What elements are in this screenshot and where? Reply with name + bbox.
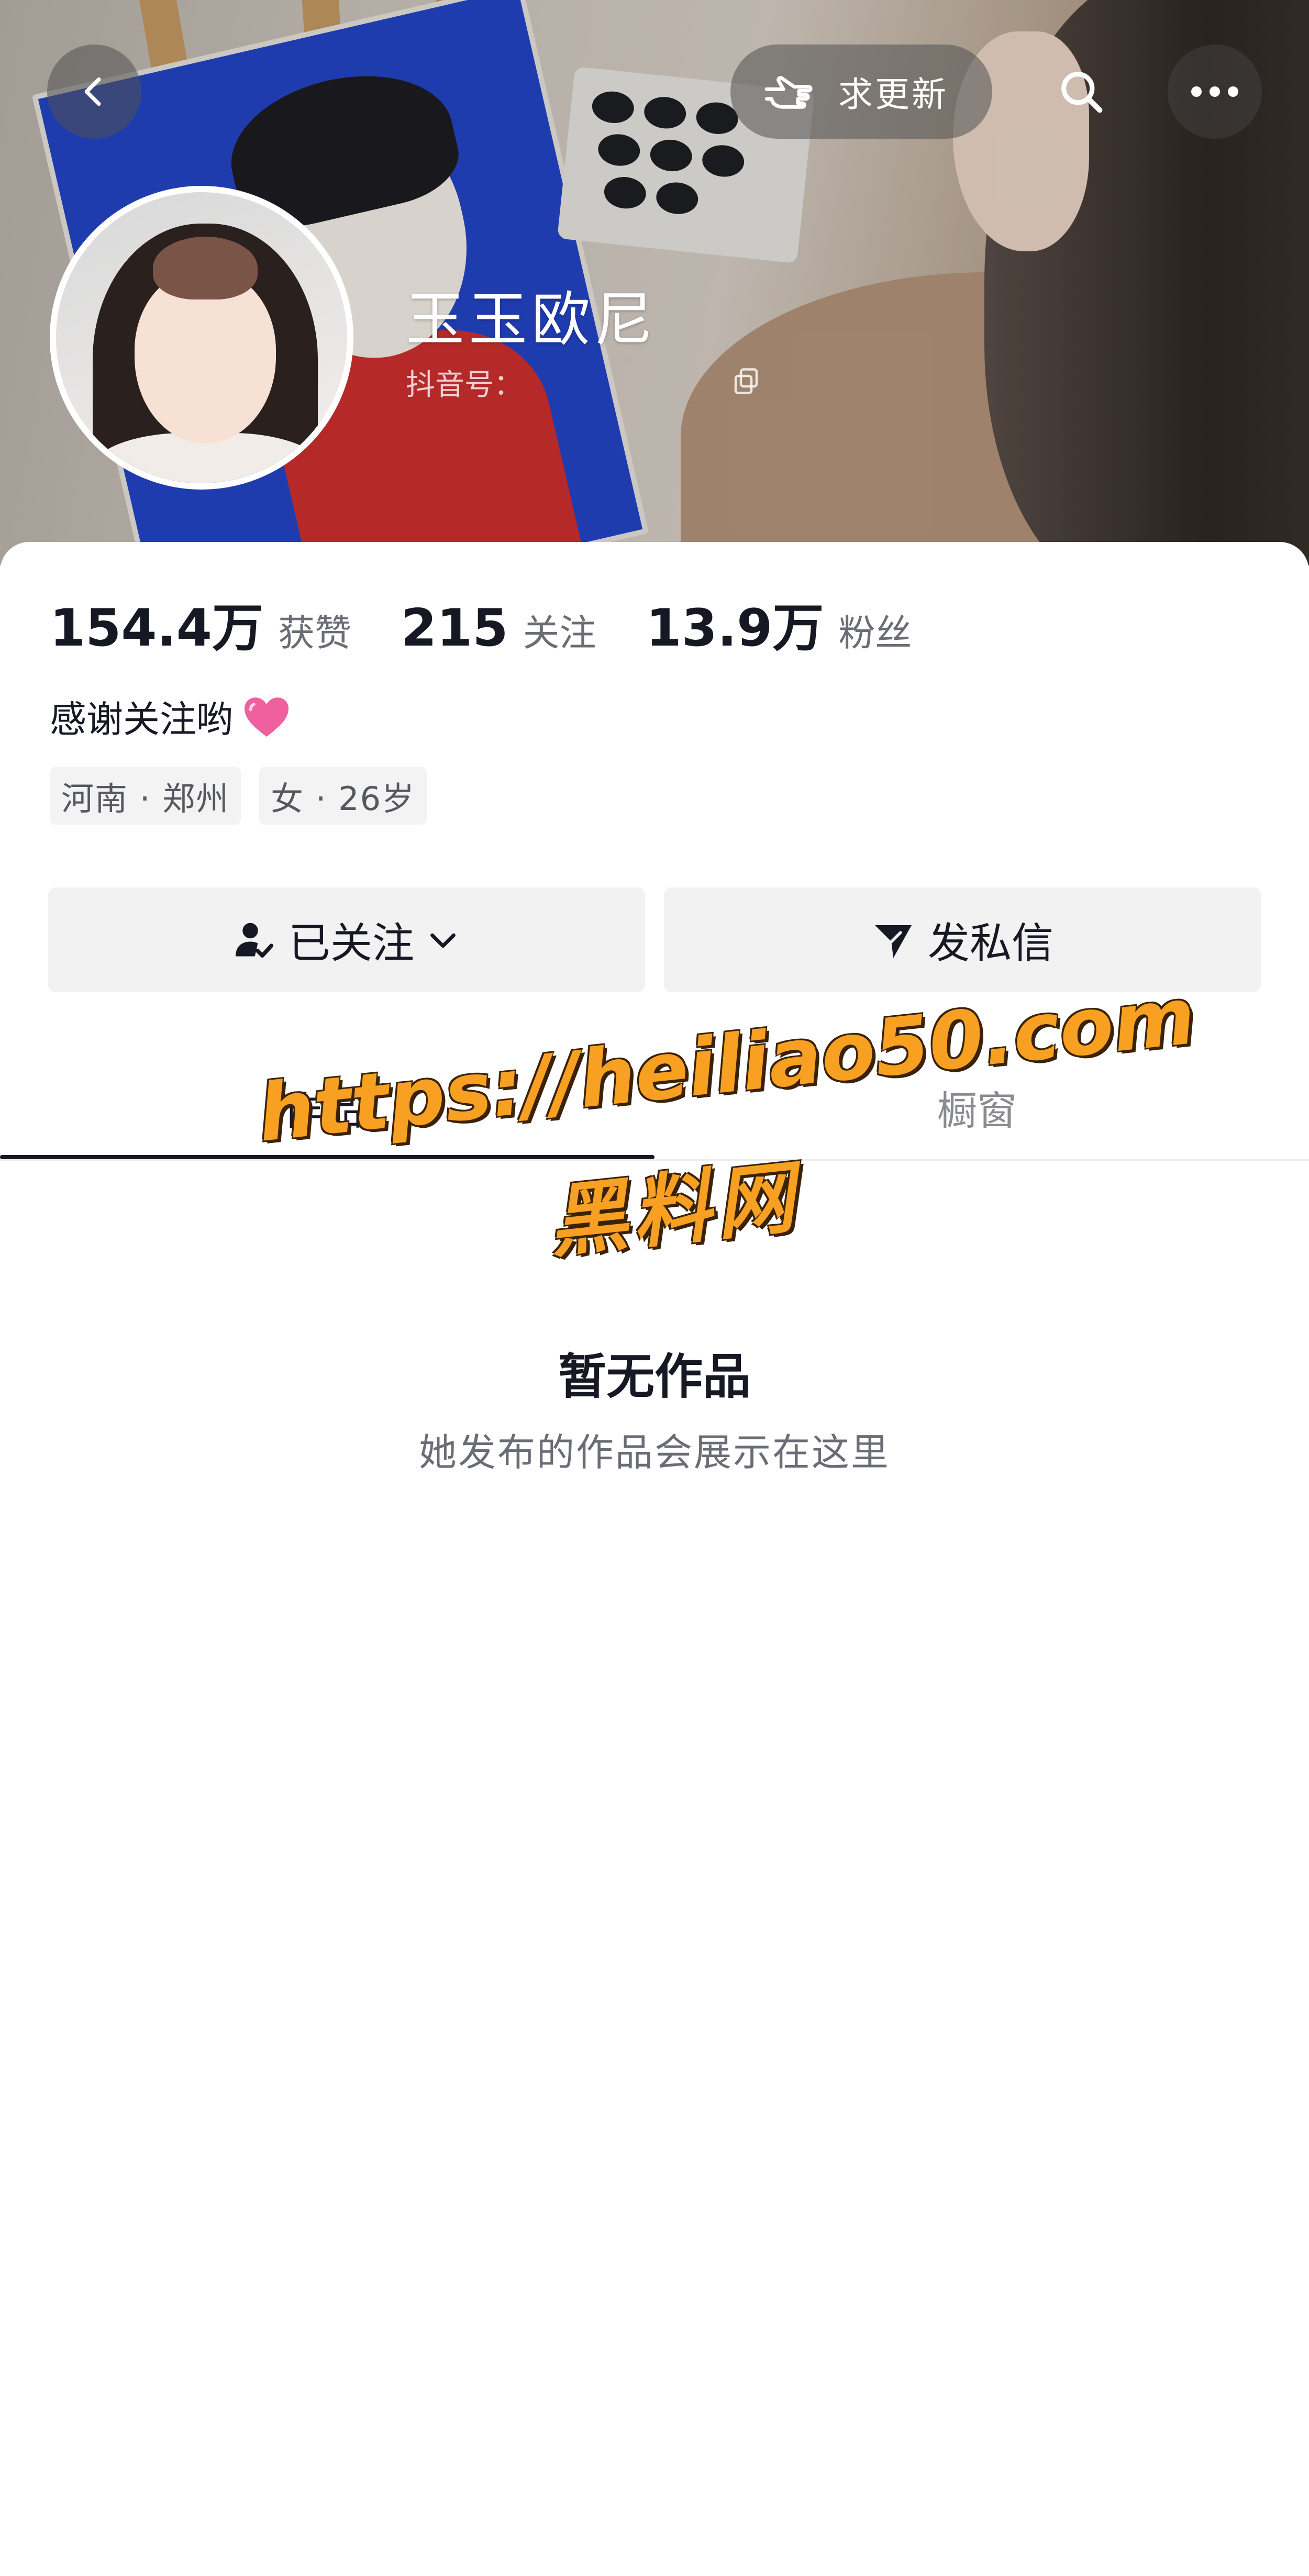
copy-icon xyxy=(734,368,758,394)
gender-age-tag: 女 · 26岁 xyxy=(259,767,427,825)
more-button[interactable] xyxy=(1168,45,1262,139)
pink-heart-icon xyxy=(245,697,289,737)
profile-card xyxy=(0,542,1309,2576)
profile-bio: 感谢关注哟 xyxy=(50,690,292,743)
avatar-bunny-headband xyxy=(153,237,258,299)
search-icon xyxy=(1061,72,1103,113)
chevron-left-icon xyxy=(84,77,101,106)
likes-count: 154.4万 xyxy=(50,598,263,658)
pointing-hand-icon xyxy=(764,76,813,109)
following-label[interactable]: 关注 xyxy=(523,604,596,657)
empty-state-title: 暂无作品 xyxy=(558,1349,751,1405)
following-count[interactable]: 215 xyxy=(401,598,508,658)
user-check-icon xyxy=(236,923,274,958)
followers-count[interactable]: 13.9万 xyxy=(646,586,824,661)
likes-label: 获赞 xyxy=(278,612,351,654)
profile-name: 玉玉欧尼 xyxy=(406,286,657,354)
empty-state-subtitle: 她发布的作品会展示在这里 xyxy=(418,1430,890,1474)
search-button[interactable] xyxy=(1039,50,1123,134)
avatar[interactable] xyxy=(50,186,353,490)
location-tag: 河南 · 郑州 xyxy=(50,767,241,825)
followed-button[interactable]: 已关注 xyxy=(48,887,645,992)
profile-stats: 154.4万 获赞 215 关注 13.9万 粉丝 xyxy=(50,586,961,661)
send-message-label: 发私信 xyxy=(928,919,1053,968)
followers-label[interactable]: 粉丝 xyxy=(838,604,912,657)
followed-label: 已关注 xyxy=(289,919,414,968)
back-button[interactable] xyxy=(47,45,141,139)
chevron-down-icon xyxy=(430,933,456,948)
send-icon xyxy=(875,925,912,958)
request-update-label: 求更新 xyxy=(838,74,948,115)
bio-text: 感谢关注哟 xyxy=(50,698,233,741)
more-dots-icon xyxy=(1191,86,1238,97)
request-update-button[interactable]: 求更新 xyxy=(730,45,992,139)
copy-id-button[interactable] xyxy=(730,365,762,399)
douyin-id: 抖音号： xyxy=(406,368,523,402)
